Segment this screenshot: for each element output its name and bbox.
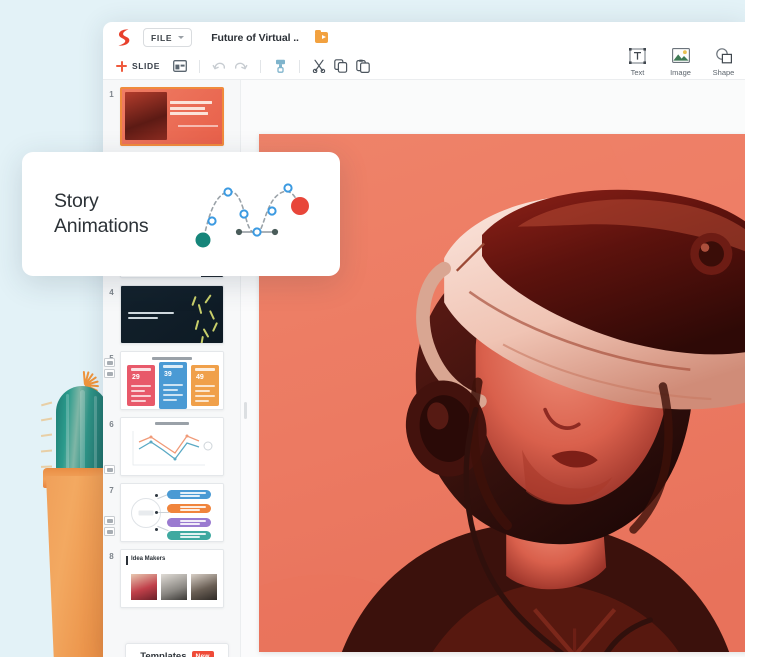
page-backdrop: FILE Future of Virtual .. SLIDE Text Ima… [0,0,745,657]
slide8-title: Idea Makers [131,556,166,562]
format-paint-icon[interactable] [269,55,291,77]
callout-text: Story Animations [54,189,149,239]
add-slide-label: SLIDE [132,61,161,71]
slide-number: 1 [109,90,114,99]
paste-icon[interactable] [352,55,374,77]
slide-preview-art: Idea Makers [121,550,223,607]
transition-badge-icon[interactable] [104,527,115,536]
slide-preview-art [121,286,223,343]
insert-tools-group: Text Image Shape [616,46,745,77]
chevron-down-icon [178,36,185,39]
slide-badges[interactable] [104,358,115,408]
new-badge: New [191,651,214,657]
cut-scissors-icon[interactable] [308,55,330,77]
slidebean-s-logo[interactable] [116,28,132,47]
shape-tool-label: Shape [712,68,735,77]
slide-number: 4 [109,288,114,297]
templates-label: Templates [140,650,187,657]
list-item[interactable]: 8 Idea Makers [103,542,240,608]
list-item[interactable]: 4 [103,278,240,344]
slide-thumbnail-1[interactable] [120,87,224,146]
slide-badges[interactable] [104,465,115,474]
animation-badge-icon[interactable] [104,358,115,367]
slide-thumbnail-4[interactable] [120,285,224,344]
slide-thumbnail-7[interactable] [120,483,224,542]
plus-icon [116,60,127,72]
shape-icon [713,46,735,65]
toolbar-separator [260,59,262,73]
copy-icon[interactable] [330,55,352,77]
redo-icon[interactable] [230,55,252,77]
slide-number: 8 [109,552,114,561]
slide-badges[interactable] [104,516,115,536]
layout-icon[interactable] [169,55,191,77]
text-tool-label: Text [630,68,645,77]
list-item[interactable]: 6 [103,410,240,476]
callout-line-2: Animations [54,215,149,237]
document-title[interactable]: Future of Virtual .. [211,32,299,44]
image-icon [670,46,692,65]
toolbar-separator [199,59,201,73]
list-item[interactable]: 7 [103,476,240,542]
undo-icon[interactable] [208,55,230,77]
slide-preview-art [121,418,223,475]
slide-number: 7 [109,486,114,495]
transition-badge-icon[interactable] [104,369,115,378]
presentation-editor-window: FILE Future of Virtual .. SLIDE Text Ima… [103,22,745,657]
motion-path-icon[interactable] [187,174,317,259]
list-item[interactable]: 5 29 39 [103,344,240,410]
image-tool-label: Image [670,68,691,77]
slide-preview-art: 29 39 49 [121,352,223,409]
animation-badge-icon[interactable] [104,465,115,474]
add-slide-button[interactable]: SLIDE [116,60,161,72]
slide-number: 6 [109,420,114,429]
slide-thumbnail-8[interactable]: Idea Makers [120,549,224,608]
slide-preview-art [121,484,223,541]
animation-badge-icon[interactable] [104,516,115,525]
shape-tool[interactable]: Shape [702,46,745,77]
list-item[interactable]: 1 [103,80,240,146]
toolbar-separator [299,59,301,73]
story-animations-callout: Story Animations [22,152,340,276]
file-menu-label: FILE [151,32,173,43]
callout-line-1: Story [54,190,99,213]
slide-thumbnail-6[interactable] [120,417,224,476]
templates-button[interactable]: Templates New [125,643,229,657]
slide-thumbnail-5[interactable]: 29 39 49 [120,351,224,410]
cactus-decoration [0,370,122,657]
file-menu-button[interactable]: FILE [143,28,193,47]
text-tool[interactable]: Text [616,46,659,77]
folder-export-icon[interactable] [314,29,328,43]
text-box-icon [627,46,649,65]
slide-preview-art [122,89,222,144]
image-tool[interactable]: Image [659,46,702,77]
